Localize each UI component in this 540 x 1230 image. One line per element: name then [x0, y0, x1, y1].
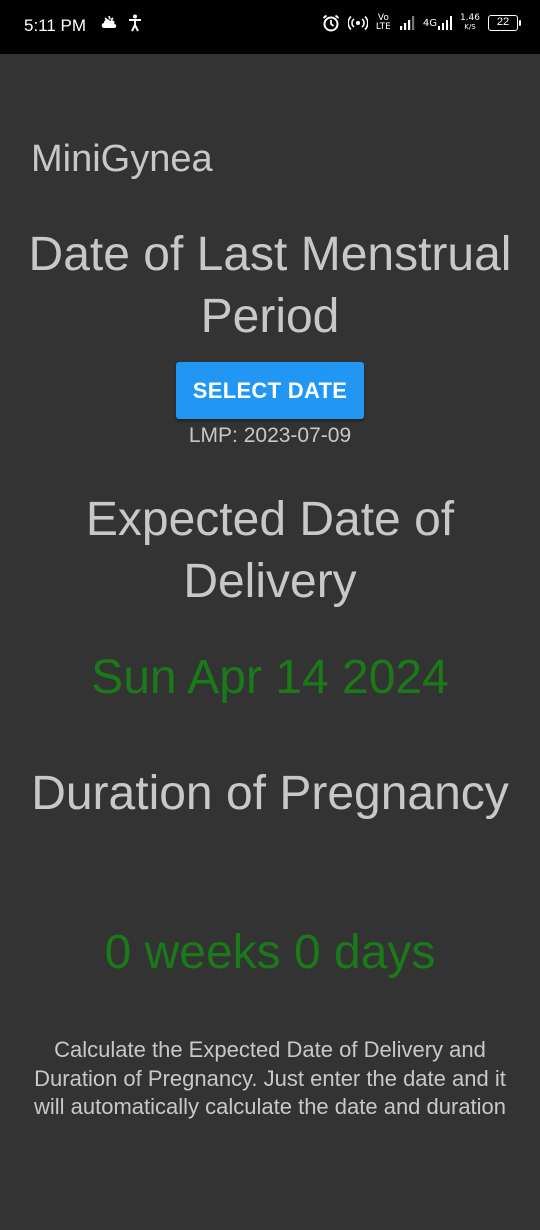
- status-bar: 5:11 PM Vo LTE 4G 1.46 K/S 22: [0, 0, 540, 54]
- volte-indicator: Vo LTE: [375, 13, 391, 32]
- cloud-icon: [100, 15, 118, 31]
- duration-heading: Duration of Pregnancy: [31, 767, 509, 820]
- select-date-button[interactable]: SELECT DATE: [176, 362, 364, 419]
- status-left-icons: [100, 14, 142, 32]
- network-speed: 1.46 K/S: [459, 13, 480, 32]
- hotspot-icon: [347, 15, 368, 31]
- accessibility-icon: [128, 14, 142, 32]
- network-type-indicator: 4G: [423, 16, 452, 30]
- status-right-icons: Vo LTE 4G 1.46 K/S 22: [322, 13, 521, 32]
- battery-icon: 22: [488, 15, 521, 31]
- duration-value: 0 weeks 0 days: [104, 926, 436, 979]
- signal-icon-2: [437, 16, 452, 30]
- description-text: Calculate the Expected Date of Delivery …: [33, 1037, 507, 1119]
- edd-heading: Expected Date of Delivery: [85, 493, 455, 608]
- lmp-value: LMP: 2023-07-09: [188, 424, 352, 447]
- status-time: 5:11 PM: [24, 16, 87, 35]
- app-title: MiniGynea: [31, 138, 213, 180]
- edd-value: Sun Apr 14 2024: [91, 651, 449, 704]
- signal-icon: [399, 16, 415, 30]
- alarm-icon: [322, 14, 340, 32]
- lmp-heading: Date of Last Menstrual Period: [28, 228, 512, 343]
